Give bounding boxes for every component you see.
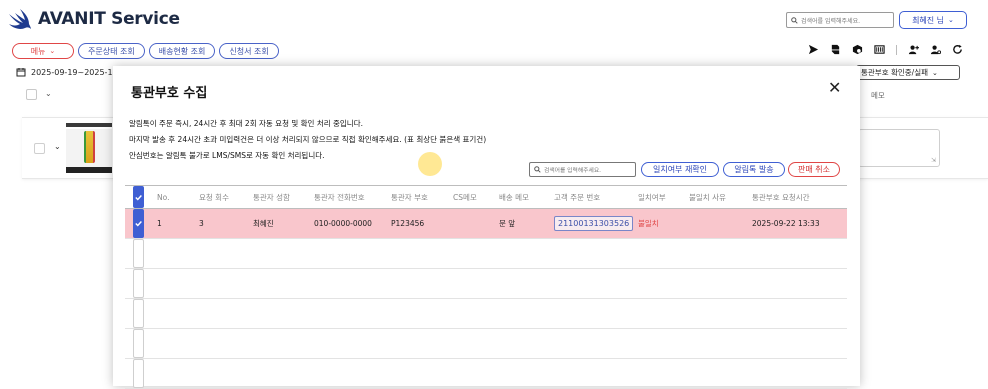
app-title: AVANIT Service (38, 9, 180, 29)
menu-label: 메뉴 (30, 46, 46, 56)
col-name: 통관자 성함 (253, 192, 290, 202)
row-checkbox[interactable] (133, 269, 144, 298)
user-add-icon[interactable] (908, 44, 919, 55)
cancel-sale-button[interactable]: 판매 취소 (788, 162, 840, 177)
select-all-checkbox[interactable] (133, 186, 144, 208)
table-row[interactable] (125, 299, 847, 329)
col-cs-memo: CS메모 (453, 192, 477, 202)
col-requested-at: 통관부호 요청시간 (752, 192, 810, 202)
check-icon (135, 221, 142, 227)
col-order-no: 고객 주문 번호 (554, 192, 601, 202)
check-icon (135, 194, 142, 201)
customs-table: No. 요청 회수 통관자 성함 통관자 전화번호 통관자 부호 CS메모 배송… (125, 185, 847, 389)
swift-logo-icon (9, 9, 31, 29)
refresh-icon[interactable] (952, 44, 963, 55)
delivery-status-pill[interactable]: 배송현황 조회 (148, 43, 216, 59)
modal-search-input[interactable]: 검색어를 입력해주세요. (529, 162, 636, 177)
product-thumbnail (66, 123, 112, 173)
user-menu-button[interactable]: 최혜진 님 ⌄ (899, 11, 967, 29)
recheck-match-button[interactable]: 일치여부 재확인 (641, 162, 719, 177)
col-phone: 통관자 전화번호 (314, 192, 365, 202)
search-icon (534, 166, 541, 173)
top-search-placeholder: 검색어를 입력해주세요. (801, 17, 861, 25)
cursor-highlight (418, 152, 442, 176)
search-icon (791, 16, 798, 24)
chevron-down-icon: ⌄ (932, 68, 938, 77)
customs-code-modal: 통관부호 수집 ✕ 알림톡이 주문 즉시, 24시간 후 최대 2회 자동 요청… (113, 66, 860, 389)
cell-requested-at: 2025-09-22 13:33 (752, 219, 820, 228)
cell-order-no[interactable]: 21100131303526 (554, 216, 634, 231)
cell-delivery-memo: 문 앞 (499, 219, 516, 228)
table-row[interactable] (125, 359, 847, 389)
notice-line: 안심번호는 알림톡 불가로 LMS/SMS로 자동 확인 처리됩니다. (129, 151, 325, 160)
nav-pills: 메뉴 ⌄ 주문상태 조회 배송현황 조회 신청서 조회 (12, 43, 279, 59)
calendar-icon (16, 68, 26, 77)
notice-line: 마지막 발송 후 24시간 초과 미입력건은 더 이상 처리되지 않으므로 직접… (129, 135, 487, 144)
print-icon[interactable] (830, 44, 841, 55)
chevron-down-icon: ⌄ (49, 47, 56, 55)
user-settings-icon[interactable] (930, 44, 941, 55)
status-select-value: 통관부호 확인중/실패 (861, 68, 929, 77)
table-row[interactable] (125, 239, 847, 269)
row-checkbox[interactable] (133, 359, 144, 388)
table-row[interactable] (125, 329, 847, 359)
chevron-down-icon[interactable]: ⌄ (45, 89, 52, 98)
row-checkbox[interactable] (133, 329, 144, 358)
cell-no: 1 (157, 219, 162, 228)
close-icon[interactable]: ✕ (828, 80, 841, 96)
date-range-filter[interactable]: 2025-09-19~2025-1 (16, 67, 113, 77)
chevron-down-icon: ⌄ (948, 16, 954, 24)
memo-column-header: 메모 (871, 91, 885, 100)
modal-title: 통관부호 수집 (131, 86, 208, 101)
send-icon[interactable] (808, 44, 819, 55)
user-name: 최혜진 님 (912, 15, 945, 25)
row-checkbox[interactable] (133, 239, 144, 268)
col-no: No. (157, 192, 170, 202)
order-status-pill[interactable]: 주문상태 조회 (78, 43, 145, 59)
application-pill[interactable]: 신청서 조회 (219, 43, 279, 59)
table-row[interactable] (125, 269, 847, 299)
select-all-checkbox[interactable] (26, 89, 37, 100)
col-request-count: 요청 회수 (199, 192, 229, 202)
date-range-text: 2025-09-19~2025-1 (31, 67, 113, 77)
order-row-checkbox[interactable] (34, 143, 45, 154)
resize-grip-icon: ⇲ (930, 157, 936, 164)
cell-code: P123456 (391, 219, 425, 228)
barcode-icon[interactable] (874, 44, 885, 55)
cell-match-status: 불일치 (638, 219, 659, 228)
send-alimtalk-button[interactable]: 알림톡 발송 (723, 162, 785, 177)
menu-button[interactable]: 메뉴 ⌄ (12, 43, 74, 59)
col-code: 통관자 부호 (391, 192, 428, 202)
chevron-down-icon[interactable]: ⌄ (54, 142, 61, 151)
row-checkbox[interactable] (133, 209, 144, 238)
status-select[interactable]: 통관부호 확인중/실패 ⌄ (856, 65, 960, 80)
table-header: No. 요청 회수 통관자 성함 통관자 전화번호 통관자 부호 CS메모 배송… (125, 185, 847, 209)
toolbar (808, 44, 963, 55)
cell-request-count: 3 (199, 219, 204, 228)
notice-line: 알림톡이 주문 즉시, 24시간 후 최대 2회 자동 요청 및 확인 처리 중… (129, 119, 363, 128)
package-search-icon[interactable] (852, 44, 863, 55)
table-row[interactable]: 1 3 최혜진 010-0000-0000 P123456 문 앞 211001… (125, 209, 847, 239)
cell-phone: 010-0000-0000 (314, 219, 372, 228)
col-match: 일치여부 (638, 192, 666, 202)
top-search-input[interactable]: 검색어를 입력해주세요. (786, 12, 894, 28)
app-logo[interactable]: AVANIT Service (8, 8, 180, 30)
col-mismatch-reason: 불일치 사유 (689, 192, 726, 202)
col-delivery-memo: 배송 메모 (499, 192, 529, 202)
cell-name: 최혜진 (253, 219, 274, 228)
memo-textarea[interactable]: ⇲ (858, 129, 940, 167)
toolbar-divider (896, 44, 897, 55)
modal-search-placeholder: 검색어를 입력해주세요. (544, 168, 602, 174)
row-checkbox[interactable] (133, 299, 144, 328)
